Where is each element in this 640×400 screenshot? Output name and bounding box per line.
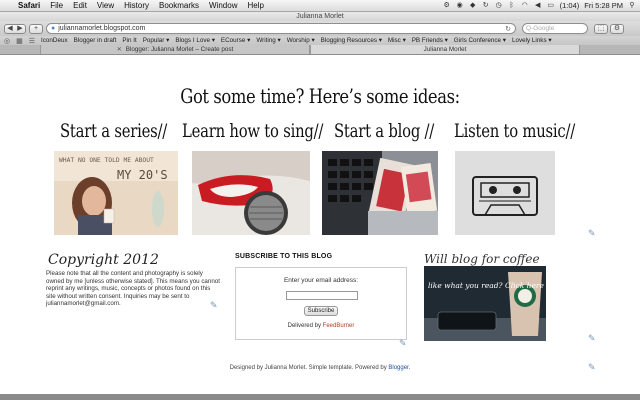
bookmark-item[interactable]: Popular ▾	[143, 37, 170, 44]
footer-suffix: .	[408, 365, 411, 371]
coffee-image-link[interactable]: like what you read? Click here	[424, 266, 546, 341]
subscribe-box: Enter your email address: Subscribe Deli…	[235, 267, 407, 340]
cassette-icon	[455, 151, 555, 235]
window-title: Julianna Morlet	[0, 12, 640, 21]
tab-label: Blogger: Julianna Morlet – Create post	[125, 46, 234, 53]
edit-widget-icon[interactable]: ✎	[588, 362, 598, 372]
browser-toolbar: ◀ ▶ + ● juliannamorlet.blogspot.com ↻ Q-G…	[0, 21, 640, 36]
idea-title-series[interactable]: Start a series//	[60, 120, 167, 142]
edit-widget-icon[interactable]: ✎	[588, 228, 598, 238]
spotlight-icon[interactable]: ⚲	[628, 2, 636, 9]
volume-icon[interactable]: ◀	[534, 2, 542, 9]
bookmark-item[interactable]: Misc ▾	[388, 37, 406, 44]
reload-icon[interactable]: ↻	[505, 25, 511, 33]
tab-create-post[interactable]: ✕ Blogger: Julianna Morlet – Create post	[40, 45, 310, 54]
bookmark-item[interactable]: Girls Conference ▾	[454, 37, 506, 44]
series-thumb-text2: MY 20'S	[117, 168, 168, 182]
subscribe-button[interactable]: Subscribe	[304, 306, 338, 316]
page-footer: Designed by Julianna Morlet. Simple temp…	[0, 365, 640, 371]
email-label: Enter your email address:	[283, 277, 359, 284]
back-icon[interactable]: ◀	[7, 25, 12, 33]
gear-icon[interactable]: ⚙	[443, 2, 451, 9]
footer-prefix: Designed by Julianna Morlet. Simple temp…	[229, 365, 389, 371]
bookmark-item[interactable]: Blogs I Love ▾	[175, 37, 215, 44]
status-area: ⚙ ◉ ◆ ↻ ◷ ᛒ ◠ ◀ ▭ (1:04) Fri 5:28 PM ⚲	[443, 1, 640, 10]
address-bar[interactable]: ● juliannamorlet.blogspot.com ↻	[46, 23, 516, 34]
edit-widget-icon[interactable]: ✎	[210, 300, 220, 310]
bookmark-item[interactable]: Pin It	[122, 37, 136, 44]
settings-icon[interactable]: ⚙	[610, 23, 624, 34]
menu-edit[interactable]: Edit	[69, 1, 93, 10]
menu-bookmarks[interactable]: Bookmarks	[155, 1, 205, 10]
email-field[interactable]	[286, 291, 358, 300]
eye-icon[interactable]: ◉	[456, 2, 464, 9]
bookmark-item[interactable]: PB Friends ▾	[412, 37, 448, 44]
idea-title-blog[interactable]: Start a blog //	[334, 120, 434, 142]
menu-app-name[interactable]: Safari	[14, 1, 46, 10]
add-bookmark-button[interactable]: +	[29, 23, 43, 34]
bookmark-item[interactable]: Blogger in draft	[74, 37, 117, 44]
tab-label: Julianna Morlet	[423, 46, 467, 53]
battery-icon[interactable]: ▭	[547, 2, 555, 9]
clock-text[interactable]: Fri 5:28 PM	[584, 1, 623, 10]
coffee-title: Will blog for coffee	[424, 252, 540, 266]
page-headline: Got some time? Here’s some ideas:	[180, 84, 460, 108]
menu-history[interactable]: History	[120, 1, 155, 10]
clock-icon[interactable]: ◷	[495, 2, 503, 9]
delivered-by-prefix: Delivered by	[287, 323, 323, 329]
bookmark-item[interactable]: Lovely Links ▾	[512, 37, 552, 44]
search-field[interactable]: Q-Google	[522, 23, 588, 34]
back-forward-buttons[interactable]: ◀ ▶	[4, 23, 26, 34]
url-text: juliannamorlet.blogspot.com	[58, 25, 146, 32]
sync-icon[interactable]: ↻	[482, 2, 490, 9]
series-photo: WHAT NO ONE TOLD ME ABOUT MY 20'S	[54, 151, 178, 235]
music-thumbnail[interactable]	[455, 151, 555, 235]
close-tab-icon[interactable]: ✕	[117, 47, 122, 53]
copyright-title: Copyright 2012	[48, 252, 159, 268]
menu-view[interactable]: View	[93, 1, 120, 10]
copyright-text: Please note that all the content and pho…	[46, 270, 220, 307]
globe-icon: ●	[51, 25, 56, 32]
battery-time[interactable]: (1:04)	[560, 1, 580, 10]
page-bottom-bar	[0, 394, 640, 400]
blogger-link[interactable]: Blogger	[388, 365, 408, 371]
idea-title-sing[interactable]: Learn how to sing//	[182, 120, 323, 142]
series-thumb-text: WHAT NO ONE TOLD ME ABOUT	[59, 157, 154, 164]
reading-list-icon[interactable]: ◎	[4, 37, 10, 45]
menu-file[interactable]: File	[46, 1, 69, 10]
laptop-magazines-photo	[322, 151, 438, 235]
bookmarks-list-icon[interactable]: ☰	[29, 37, 35, 45]
coffee-photo: like what you read? Click here	[424, 266, 546, 341]
edit-widget-icon[interactable]: ✎	[399, 338, 409, 348]
feedburner-link[interactable]: FeedBurner	[323, 323, 355, 329]
edit-widget-icon[interactable]: ✎	[588, 333, 598, 343]
tab-julianna-morlet[interactable]: Julianna Morlet	[310, 45, 580, 54]
idea-title-music[interactable]: Listen to music//	[454, 120, 575, 142]
bookmark-item[interactable]: ECourse ▾	[221, 37, 250, 44]
sing-thumbnail[interactable]	[192, 151, 310, 235]
bookmark-item[interactable]: Worship ▾	[287, 37, 315, 44]
wifi-icon[interactable]: ◠	[521, 2, 529, 9]
bookmarks-bar: ◎ ▦ ☰ IconDeux Blogger in draft Pin It P…	[0, 36, 640, 45]
menu-bar: Safari File Edit View History Bookmarks …	[0, 0, 640, 12]
ideas-row: Start a series// Learn how to sing// Sta…	[56, 120, 596, 150]
web-page: Got some time? Here’s some ideas: Start …	[0, 56, 640, 400]
subscribe-title: SUBSCRIBE TO THIS BLOG	[235, 253, 333, 260]
tab-bar: ✕ Blogger: Julianna Morlet – Create post …	[0, 45, 640, 55]
menu-window[interactable]: Window	[205, 1, 243, 10]
bookmark-item[interactable]: Blogging Resources ▾	[321, 37, 382, 44]
bookmark-item[interactable]: Writing ▾	[256, 37, 280, 44]
share-icon[interactable]: ⬚	[594, 23, 608, 34]
bookmark-item[interactable]: IconDeux	[41, 37, 68, 44]
delivered-by: Delivered by FeedBurner	[236, 323, 406, 329]
bluetooth-icon[interactable]: ᛒ	[508, 2, 516, 9]
top-sites-icon[interactable]: ▦	[16, 37, 23, 45]
series-thumbnail[interactable]: WHAT NO ONE TOLD ME ABOUT MY 20'S	[54, 151, 178, 235]
blog-thumbnail[interactable]	[322, 151, 438, 235]
coffee-overlay-text: like what you read? Click here	[428, 281, 544, 290]
microphone-photo	[192, 151, 310, 235]
menu-help[interactable]: Help	[243, 1, 269, 10]
dropbox-icon[interactable]: ◆	[469, 2, 477, 9]
forward-icon[interactable]: ▶	[17, 25, 22, 33]
